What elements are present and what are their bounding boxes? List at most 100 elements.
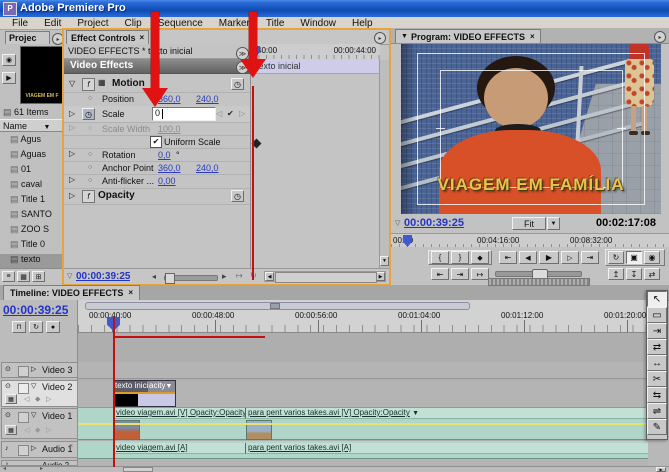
scale-value-input[interactable]: 0	[152, 107, 216, 121]
icon-view-button[interactable]: ▦	[17, 271, 30, 282]
go-to-out-button[interactable]: ⇥	[581, 251, 599, 264]
ripple-edit-tool[interactable]: ⇥	[647, 323, 667, 339]
collapse-icon[interactable]: ▽	[67, 273, 72, 280]
expand-track-icon[interactable]: ▷	[31, 366, 36, 373]
track-content-audio1[interactable]: video viagem.avi [A] para pent varios ta…	[78, 441, 648, 459]
clip-texto-inicial[interactable]: texto inicial acity▼	[113, 380, 176, 407]
previous-keyframe-button[interactable]: ◁	[216, 110, 222, 118]
effect-keyframe-ruler[interactable]: 40:00 00:00:44:00	[250, 44, 380, 60]
menu-title[interactable]: Title	[258, 18, 293, 29]
toggle-track-output-icon[interactable]: ⊙	[5, 383, 11, 390]
toggle-animation-stopwatch[interactable]: ◷	[231, 78, 244, 90]
jump-to-out-button[interactable]: ⇥	[451, 268, 469, 280]
collapse-icon[interactable]: ▽	[69, 80, 75, 88]
go-to-in-button[interactable]: ⇤	[499, 251, 517, 264]
add-keyframe-button[interactable]: ◆	[35, 396, 40, 403]
effect-enabled-icon[interactable]: f	[82, 190, 95, 203]
extract-button[interactable]: ↧	[626, 268, 642, 280]
expand-icon[interactable]: ▷	[69, 192, 75, 200]
list-item-selected[interactable]: ▤ texto	[0, 254, 64, 269]
preview-play-button[interactable]: ▶	[2, 72, 16, 84]
keyframe-area-scrollbar[interactable]: ◀ ▶	[264, 271, 386, 282]
title-bar[interactable]: P Adobe Premiere Pro	[0, 0, 669, 17]
list-item[interactable]: ▤ Title 0	[0, 239, 64, 254]
set-display-style-button[interactable]: ▦	[5, 394, 17, 404]
close-tab-icon[interactable]: ×	[140, 34, 145, 42]
anchor-x-value[interactable]: 360,0	[158, 163, 181, 173]
slip-tool[interactable]: ⇆	[647, 387, 667, 403]
selection-tool[interactable]: ↖	[647, 291, 667, 307]
scroll-right-button[interactable]: ▶	[376, 272, 385, 281]
tab-timeline[interactable]: Timeline: VIDEO EFFECTS ×	[3, 285, 140, 300]
track-lock-box[interactable]	[18, 412, 29, 423]
expand-icon[interactable]: ▷	[69, 176, 75, 184]
safe-margins-button[interactable]: ▣	[626, 251, 642, 264]
fit-dropdown[interactable]: Fit	[512, 217, 546, 230]
rolling-edit-tool[interactable]: ⇄	[647, 339, 667, 355]
tab-project[interactable]: Projec	[5, 31, 50, 44]
next-keyframe-button[interactable]: ▷	[239, 110, 245, 118]
list-item[interactable]: ▤ caval	[0, 179, 64, 194]
play-in-to-out-button[interactable]: ↦	[471, 268, 489, 280]
tab-effect-controls[interactable]: Effect Controls ×	[66, 30, 149, 44]
loop-button[interactable]: ↻	[608, 251, 624, 264]
effect-controls-scrollbar[interactable]: ▼	[379, 60, 389, 268]
clip-para-pent-v[interactable]: para pent varios takes.avi [V] Opacity:O…	[245, 408, 648, 419]
clip-video-viagem-a[interactable]: video viagem.avi [A]	[113, 443, 245, 454]
menu-clip[interactable]: Clip	[116, 18, 149, 29]
program-current-timecode[interactable]: 00:00:39:25	[404, 217, 464, 229]
menu-window[interactable]: Window	[292, 18, 344, 29]
track-content-video1[interactable]: video viagem.avi [V] Opacity:Opacity ▼ p…	[78, 408, 648, 440]
tab-program[interactable]: ▼ Program: VIDEO EFFECTS ×	[395, 29, 541, 43]
render-quality-button[interactable]: ●	[46, 321, 60, 333]
output-button[interactable]: ◉	[644, 251, 660, 264]
list-item[interactable]: ▤ Title 1	[0, 194, 64, 209]
track-name[interactable]: Video 3	[42, 365, 72, 375]
list-item[interactable]: ▤ SANTO	[0, 209, 64, 224]
close-tab-icon[interactable]: ×	[128, 289, 133, 297]
close-track-icon[interactable]: ×	[69, 443, 73, 450]
scroll-down-button[interactable]: ▼	[380, 256, 389, 266]
list-item[interactable]: ▤ Agus	[0, 134, 64, 149]
expand-icon[interactable]: ▷	[69, 150, 75, 158]
toggle-animation-stopwatch[interactable]: ◷	[231, 190, 244, 202]
track-content-video3[interactable]	[78, 362, 648, 379]
track-name[interactable]: Video 1	[42, 411, 72, 421]
zoom-in-icon[interactable]: ▸	[222, 272, 227, 281]
snap-button[interactable]: ⊓	[12, 321, 26, 333]
jump-to-in-button[interactable]: ⇤	[431, 268, 449, 280]
jog-disk[interactable]	[488, 278, 590, 286]
collapse-icon[interactable]: ▽	[395, 220, 400, 227]
new-bin-button[interactable]: ⊞	[32, 271, 45, 282]
keyframe-toggle-icon[interactable]: ○	[88, 164, 92, 171]
work-area-bar[interactable]	[85, 302, 470, 310]
effect-controls-panel-menu-button[interactable]: ▸	[374, 32, 386, 44]
track-select-tool[interactable]: ▭	[647, 307, 667, 323]
position-y-value[interactable]: 240,0	[196, 94, 219, 104]
previous-keyframe-button[interactable]: ◁	[24, 427, 29, 434]
clip-video-viagem-v[interactable]: video viagem.avi [V] Opacity:Opacity ▼	[113, 408, 245, 419]
menu-file[interactable]: File	[4, 18, 36, 29]
set-marker-button[interactable]: ◆	[471, 251, 489, 264]
rate-stretch-tool[interactable]: ↔	[647, 355, 667, 371]
zoom-slider-thumb[interactable]	[165, 273, 175, 284]
timeline-ruler[interactable]: 00:00:40:00 00:00:48:00 00:00:56:00 00:0…	[78, 300, 648, 333]
add-keyframe-button[interactable]: ◆	[35, 427, 40, 434]
set-in-point-button[interactable]: {	[431, 251, 449, 264]
menu-project[interactable]: Project	[69, 18, 116, 29]
keyframe-toggle-icon[interactable]: ○	[88, 95, 92, 102]
name-column-header[interactable]: Name ▼	[0, 119, 64, 132]
opacity-rubber-band[interactable]	[114, 392, 175, 394]
set-encoding-button[interactable]: ↻	[29, 321, 43, 333]
list-item[interactable]: ▤ ZOO S	[0, 224, 64, 239]
horizontal-scrollbar-thumb[interactable]	[123, 467, 153, 472]
dropdown-icon[interactable]: ▼	[412, 410, 419, 417]
list-view-button[interactable]: ≡	[2, 271, 15, 282]
rotation-value[interactable]: 0,0	[158, 150, 171, 160]
clip-para-pent-a[interactable]: para pent varios takes.avi [A]	[245, 443, 648, 454]
collapse-track-icon[interactable]: ▽	[31, 412, 36, 419]
shuttle-slider[interactable]	[495, 271, 582, 277]
list-item[interactable]: ▤ 01	[0, 164, 64, 179]
close-tab-icon[interactable]: ×	[530, 33, 535, 41]
speaker-icon[interactable]: ♪	[5, 445, 9, 452]
